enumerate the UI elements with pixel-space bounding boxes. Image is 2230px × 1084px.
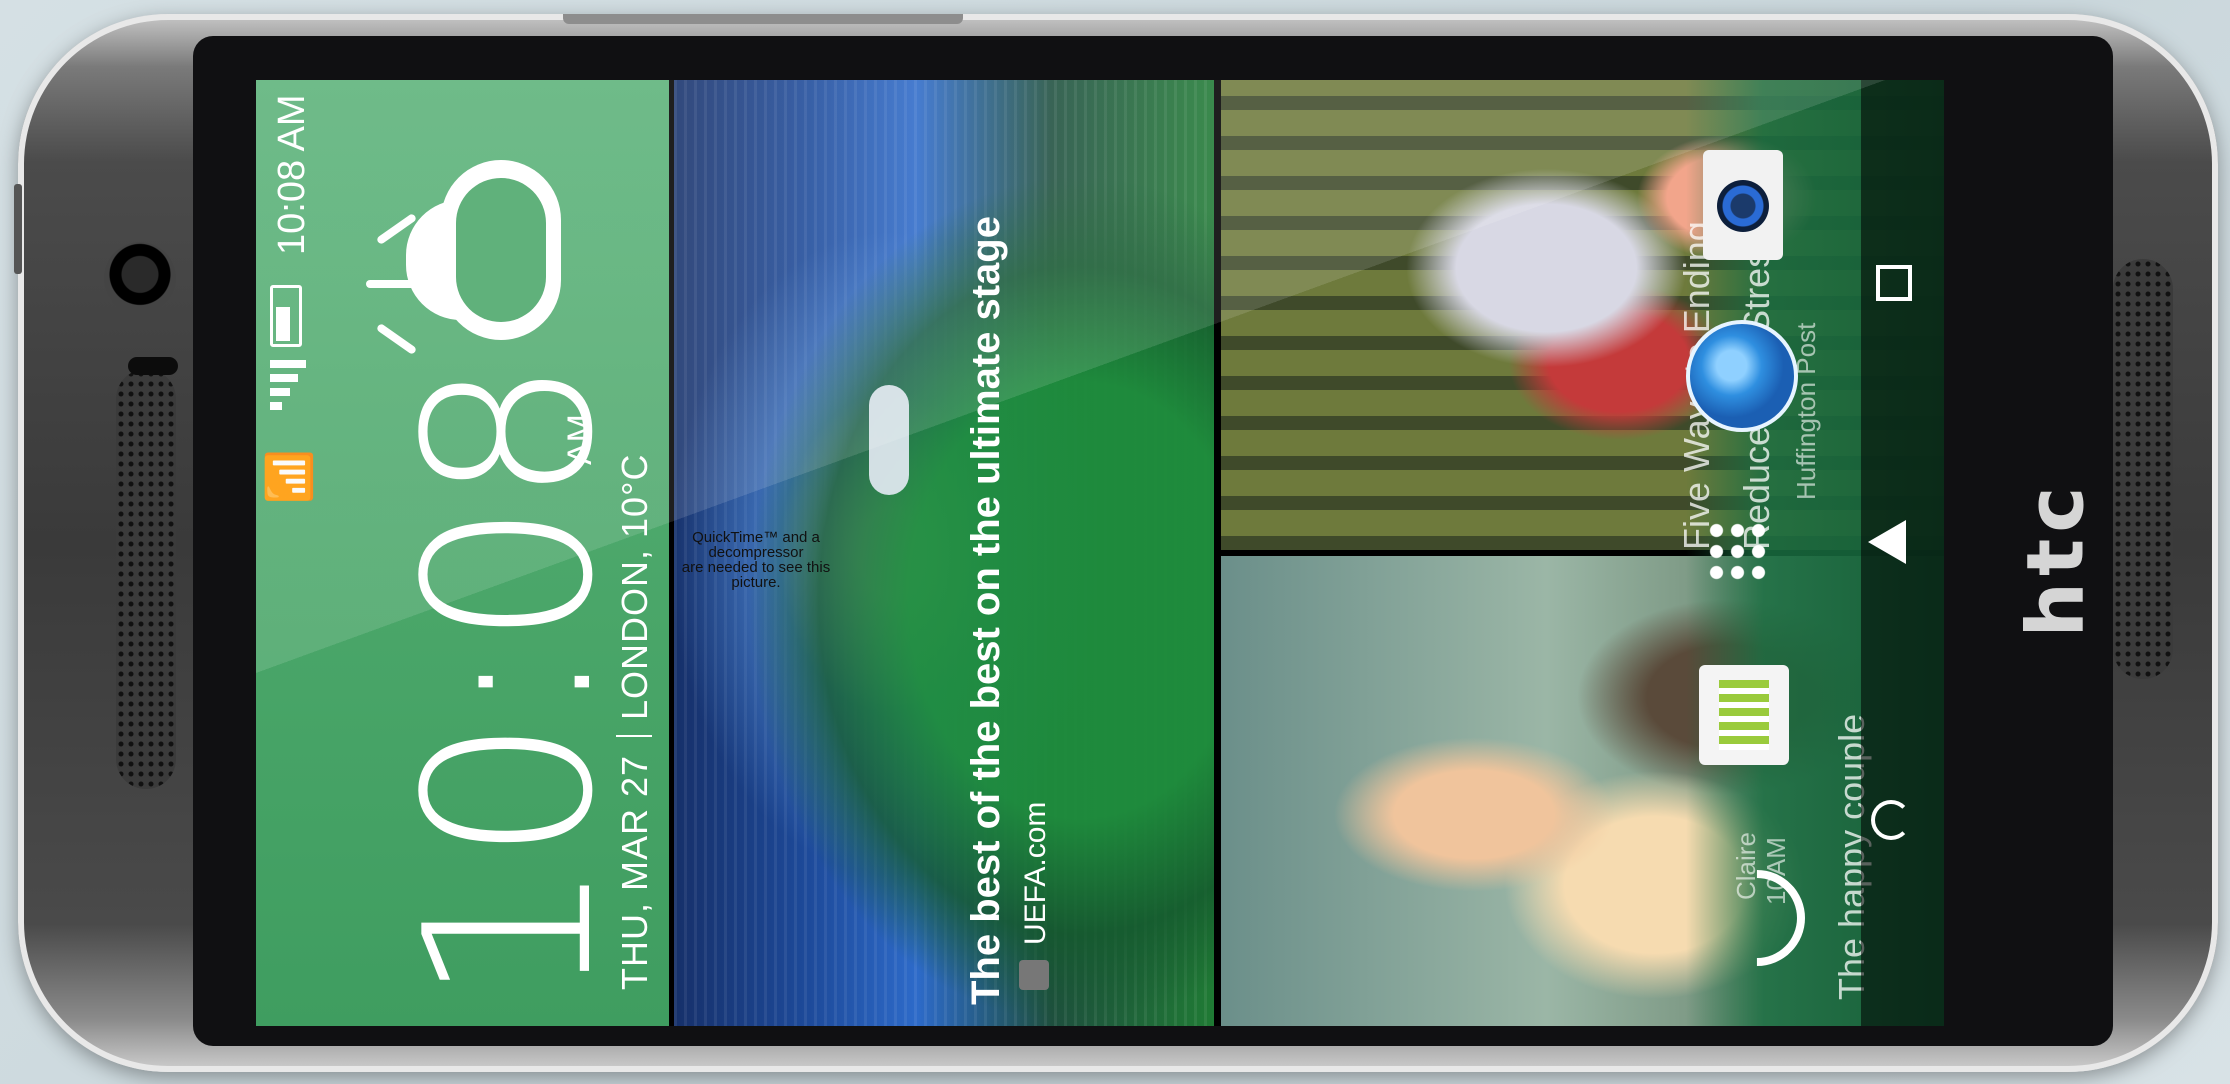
recent-apps-icon[interactable] bbox=[1876, 265, 1912, 301]
news-source: UEFA.com bbox=[1019, 801, 1052, 945]
front-camera-icon bbox=[104, 242, 176, 314]
all-apps-grid-icon[interactable] bbox=[1706, 520, 1770, 584]
messages-app-icon[interactable] bbox=[1699, 665, 1789, 765]
volume-button[interactable] bbox=[14, 184, 22, 274]
back-icon[interactable] bbox=[1871, 800, 1911, 840]
news-headline: The best of the best on the ultimate sta… bbox=[964, 216, 1008, 1005]
brand-logo: htc bbox=[2011, 480, 2102, 638]
home-icon[interactable] bbox=[1868, 520, 1912, 564]
article-source: Huffington Post bbox=[1791, 322, 1821, 500]
camera-app-icon[interactable] bbox=[1703, 150, 1783, 260]
proximity-sensor bbox=[128, 357, 178, 375]
clock-weather-widget[interactable]: 10:08 AM 📶 10:08 AM THU, MAR 27 LONDON, … bbox=[256, 80, 669, 1026]
speaker-grille-right bbox=[2113, 259, 2173, 679]
battery-icon bbox=[270, 285, 302, 347]
source-icon bbox=[1019, 960, 1049, 990]
phone-dialer-icon[interactable] bbox=[1689, 850, 1825, 986]
date-label: THU, MAR 27 bbox=[614, 754, 655, 990]
status-time: 10:08 AM bbox=[271, 94, 313, 255]
weather-partly-cloudy-icon bbox=[366, 130, 566, 370]
clock-ampm: AM bbox=[561, 414, 599, 465]
speaker-grille-left bbox=[116, 369, 176, 789]
signal-icon bbox=[270, 360, 306, 420]
location-temp-label: LONDON, 10°C bbox=[614, 453, 655, 720]
power-button[interactable] bbox=[563, 14, 963, 24]
quicktime-placeholder: QuickTime™ and a decompressor are needed… bbox=[681, 529, 831, 591]
wifi-icon: 📶 bbox=[265, 449, 314, 504]
date-divider bbox=[616, 735, 652, 737]
home-screen: 10:08 AM 📶 10:08 AM THU, MAR 27 LONDON, … bbox=[256, 80, 1944, 1026]
trophy-logo bbox=[869, 385, 909, 495]
browser-globe-icon[interactable] bbox=[1686, 320, 1798, 432]
